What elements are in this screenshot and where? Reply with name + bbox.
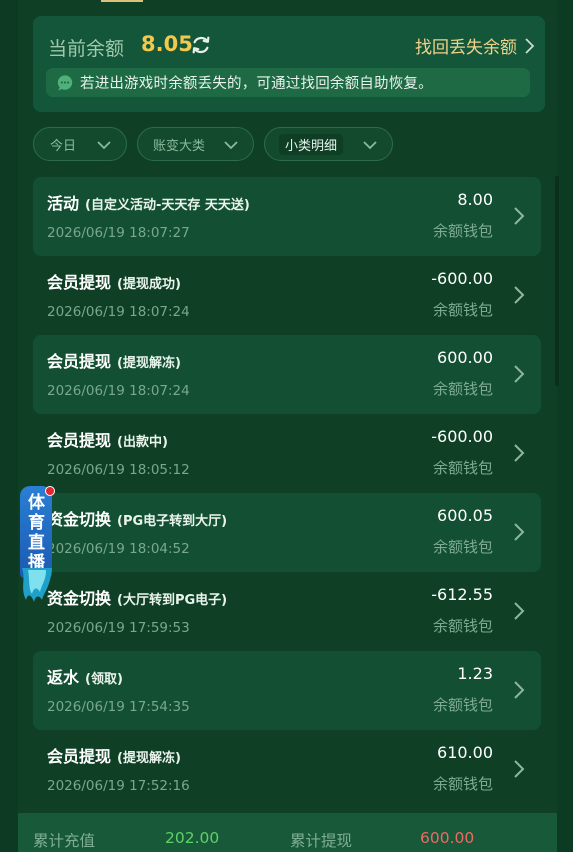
date-filter[interactable]: 今日 — [33, 127, 127, 161]
row-amount: 600.05 — [437, 506, 493, 525]
row-amount: 8.00 — [457, 190, 493, 209]
balance-value: 8.05 — [141, 32, 193, 56]
transaction-row[interactable]: 资金切换 (大厅转到PG电子) 2026/06/19 17:59:53 -612.… — [33, 572, 541, 651]
chat-bubble-icon — [57, 74, 73, 91]
row-subtitle: (提现成功) — [117, 277, 181, 292]
row-time: 2026/06/19 18:04:52 — [47, 541, 190, 557]
row-time: 2026/06/19 18:07:27 — [47, 225, 190, 241]
flame-icon — [22, 568, 52, 602]
chevron-right-icon — [514, 602, 525, 620]
recover-notice: 若进出游戏时余额丢失的，可通过找回余额自助恢复。 — [46, 68, 530, 97]
refresh-icon[interactable] — [190, 34, 212, 56]
transaction-row[interactable]: 会员提现 (提现成功) 2026/06/19 18:07:24 -600.00 余… — [33, 256, 541, 335]
row-amount: -600.00 — [431, 427, 493, 446]
row-title: 会员提现 (出款中) — [47, 431, 168, 450]
balance-label: 当前余额 — [48, 38, 125, 60]
row-subtitle: (大厅转到PG电子) — [117, 593, 228, 608]
badge-body: 体育直播 — [20, 486, 52, 578]
transaction-row[interactable]: 会员提现 (提现解冻) 2026/06/19 18:07:24 600.00 余额… — [33, 335, 541, 414]
date-filter-label: 今日 — [50, 138, 77, 154]
transaction-row[interactable]: 会员提现 (出款中) 2026/06/19 18:05:12 -600.00 余额… — [33, 414, 541, 493]
recover-balance-link[interactable]: 找回丢失余额 — [415, 33, 535, 58]
row-title: 会员提现 (提现解冻) — [47, 747, 181, 766]
row-time: 2026/06/19 17:59:53 — [47, 620, 190, 636]
row-wallet: 余额钱包 — [432, 459, 493, 477]
subcategory-filter-label: 小类明细 — [279, 133, 344, 155]
transaction-row[interactable]: 活动 (自定义活动-天天存 天天送) 2026/06/19 18:07:27 8.… — [33, 177, 541, 256]
row-wallet: 余额钱包 — [432, 380, 493, 398]
chevron-down-icon — [363, 141, 377, 150]
row-subtitle: (出款中) — [117, 435, 168, 450]
total-withdraw-value: 600.00 — [420, 829, 475, 847]
transaction-row[interactable]: 会员提现 (提现解冻) 2026/06/19 17:52:16 610.00 余额… — [33, 730, 541, 809]
row-amount: 610.00 — [437, 743, 493, 762]
balance-card: 当前余额 8.05 找回丢失余额 若进出游戏时余额丢失的，可通过找回余额自助恢复… — [33, 16, 545, 112]
recover-balance-label: 找回丢失余额 — [415, 38, 517, 58]
subcategory-filter[interactable]: 小类明细 — [264, 127, 393, 161]
transaction-list: 活动 (自定义活动-天天存 天天送) 2026/06/19 18:07:27 8.… — [33, 177, 541, 809]
tab-indicator — [101, 0, 143, 2]
row-time: 2026/06/19 18:05:12 — [47, 462, 190, 478]
row-amount: -612.55 — [431, 585, 493, 604]
chevron-right-icon — [514, 365, 525, 383]
chevron-right-icon — [514, 523, 525, 541]
row-wallet: 余额钱包 — [432, 301, 493, 319]
row-wallet: 余额钱包 — [432, 775, 493, 793]
row-subtitle: (提现解冻) — [117, 751, 181, 766]
notification-dot — [45, 486, 55, 496]
row-amount: 600.00 — [437, 348, 493, 367]
chevron-right-icon — [514, 681, 525, 699]
category-filter[interactable]: 账变大类 — [137, 127, 254, 161]
total-recharge-value: 202.00 — [165, 829, 220, 847]
chevron-right-icon — [525, 37, 535, 54]
row-title: 返水 (领取) — [47, 668, 123, 687]
badge-text: 体育直播 — [28, 493, 45, 573]
row-time: 2026/06/19 18:07:24 — [47, 304, 190, 320]
total-withdraw-label: 累计提现 — [290, 832, 353, 850]
sports-live-badge[interactable]: 体育直播 — [18, 486, 56, 604]
row-title: 会员提现 (提现解冻) — [47, 352, 181, 371]
row-time: 2026/06/19 17:54:35 — [47, 699, 190, 715]
row-title: 活动 (自定义活动-天天存 天天送) — [47, 194, 250, 213]
chevron-right-icon — [514, 760, 525, 778]
row-amount: -600.00 — [431, 269, 493, 288]
row-title: 资金切换 (PG电子转到大厅) — [47, 510, 228, 529]
row-wallet: 余额钱包 — [432, 538, 493, 556]
notice-text: 若进出游戏时余额丢失的，可通过找回余额自助恢复。 — [80, 76, 433, 92]
transactions-page: 当前余额 8.05 找回丢失余额 若进出游戏时余额丢失的，可通过找回余额自助恢复… — [18, 0, 557, 852]
row-subtitle: (领取) — [85, 672, 123, 687]
chevron-right-icon — [514, 207, 525, 225]
row-title: 会员提现 (提现成功) — [47, 273, 181, 292]
row-wallet: 余额钱包 — [432, 696, 493, 714]
row-subtitle: (提现解冻) — [117, 356, 181, 371]
scrollbar[interactable] — [555, 176, 559, 386]
row-subtitle: (PG电子转到大厅) — [117, 514, 228, 529]
row-wallet: 余额钱包 — [432, 222, 493, 240]
row-subtitle: (自定义活动-天天存 天天送) — [85, 198, 250, 213]
row-title: 资金切换 (大厅转到PG电子) — [47, 589, 228, 608]
total-recharge-label: 累计充值 — [33, 832, 96, 850]
row-amount: 1.23 — [457, 664, 493, 683]
chevron-down-icon — [97, 141, 111, 150]
transaction-row[interactable]: 返水 (领取) 2026/06/19 17:54:35 1.23 余额钱包 — [33, 651, 541, 730]
row-wallet: 余额钱包 — [432, 617, 493, 635]
row-time: 2026/06/19 18:07:24 — [47, 383, 190, 399]
transaction-row[interactable]: 资金切换 (PG电子转到大厅) 2026/06/19 18:04:52 600.0… — [33, 493, 541, 572]
category-filter-label: 账变大类 — [153, 138, 206, 154]
chevron-right-icon — [514, 444, 525, 462]
row-time: 2026/06/19 17:52:16 — [47, 778, 190, 794]
chevron-down-icon — [224, 141, 238, 150]
chevron-right-icon — [514, 286, 525, 304]
summary-footer: 累计充值 202.00 累计提现 600.00 — [18, 813, 557, 852]
